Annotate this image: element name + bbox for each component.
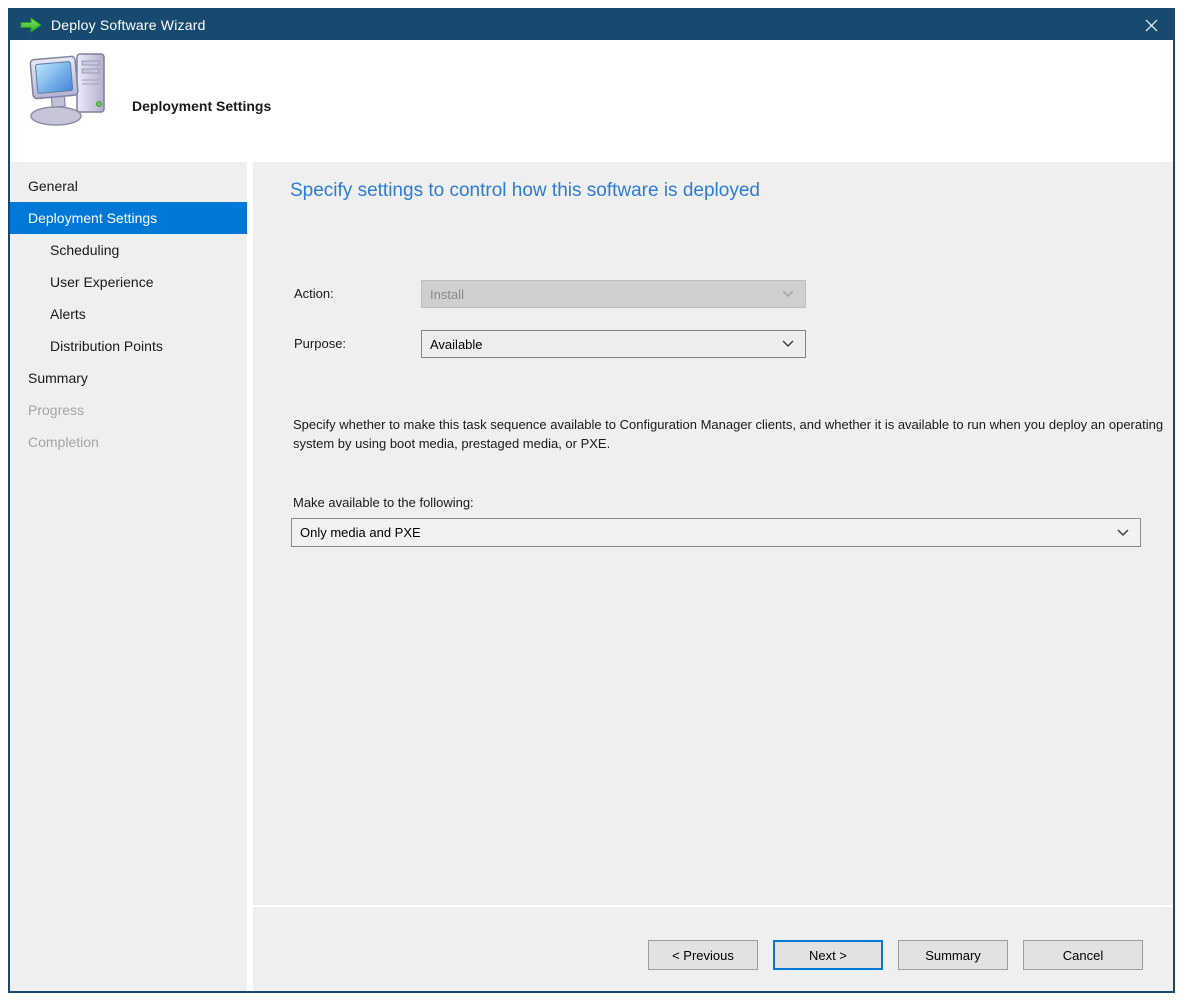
wizard-header: Deployment Settings	[10, 40, 1173, 162]
sidebar-item-completion: Completion	[10, 426, 247, 458]
panel-heading: Specify settings to control how this sof…	[290, 180, 760, 202]
sidebar-item-scheduling[interactable]: Scheduling	[10, 234, 247, 266]
deployment-settings-panel: Specify settings to control how this sof…	[253, 162, 1173, 905]
title-bar: Deploy Software Wizard	[10, 10, 1173, 40]
action-label: Action:	[294, 286, 334, 301]
description-text: Specify whether to make this task sequen…	[293, 415, 1167, 453]
sidebar-item-alerts[interactable]: Alerts	[10, 298, 247, 330]
chevron-down-icon	[782, 340, 794, 348]
action-dropdown-value: Install	[430, 287, 464, 302]
cancel-button[interactable]: Cancel	[1023, 940, 1143, 970]
make-available-label: Make available to the following:	[293, 495, 474, 510]
wizard-green-arrow-icon	[20, 16, 42, 34]
wizard-body: General Deployment Settings Scheduling U…	[10, 162, 1173, 991]
make-available-dropdown-value: Only media and PXE	[300, 525, 421, 540]
chevron-down-icon	[1117, 529, 1129, 537]
wizard-steps-sidebar: General Deployment Settings Scheduling U…	[10, 162, 247, 991]
purpose-dropdown[interactable]: Available	[421, 330, 806, 358]
sidebar-item-progress: Progress	[10, 394, 247, 426]
next-button[interactable]: Next >	[773, 940, 883, 970]
make-available-dropdown[interactable]: Only media and PXE	[291, 518, 1141, 547]
action-dropdown: Install	[421, 280, 806, 308]
window-title: Deploy Software Wizard	[51, 17, 206, 33]
sidebar-item-summary[interactable]: Summary	[10, 362, 247, 394]
sidebar-item-deployment-settings[interactable]: Deployment Settings	[10, 202, 247, 234]
purpose-dropdown-value: Available	[430, 337, 483, 352]
previous-button[interactable]: < Previous	[648, 940, 758, 970]
deploy-software-wizard-window: Deploy Software Wizard	[8, 8, 1175, 993]
close-button[interactable]	[1141, 15, 1161, 35]
sidebar-item-distribution-points[interactable]: Distribution Points	[10, 330, 247, 362]
purpose-label: Purpose:	[294, 336, 346, 351]
sidebar-item-user-experience[interactable]: User Experience	[10, 266, 247, 298]
summary-button[interactable]: Summary	[898, 940, 1008, 970]
page-title: Deployment Settings	[132, 98, 271, 114]
chevron-down-icon	[782, 290, 794, 298]
sidebar-item-general[interactable]: General	[10, 170, 247, 202]
button-bar: < Previous Next > Summary Cancel	[253, 907, 1173, 991]
computer-icon	[26, 50, 114, 133]
close-icon	[1144, 18, 1159, 33]
